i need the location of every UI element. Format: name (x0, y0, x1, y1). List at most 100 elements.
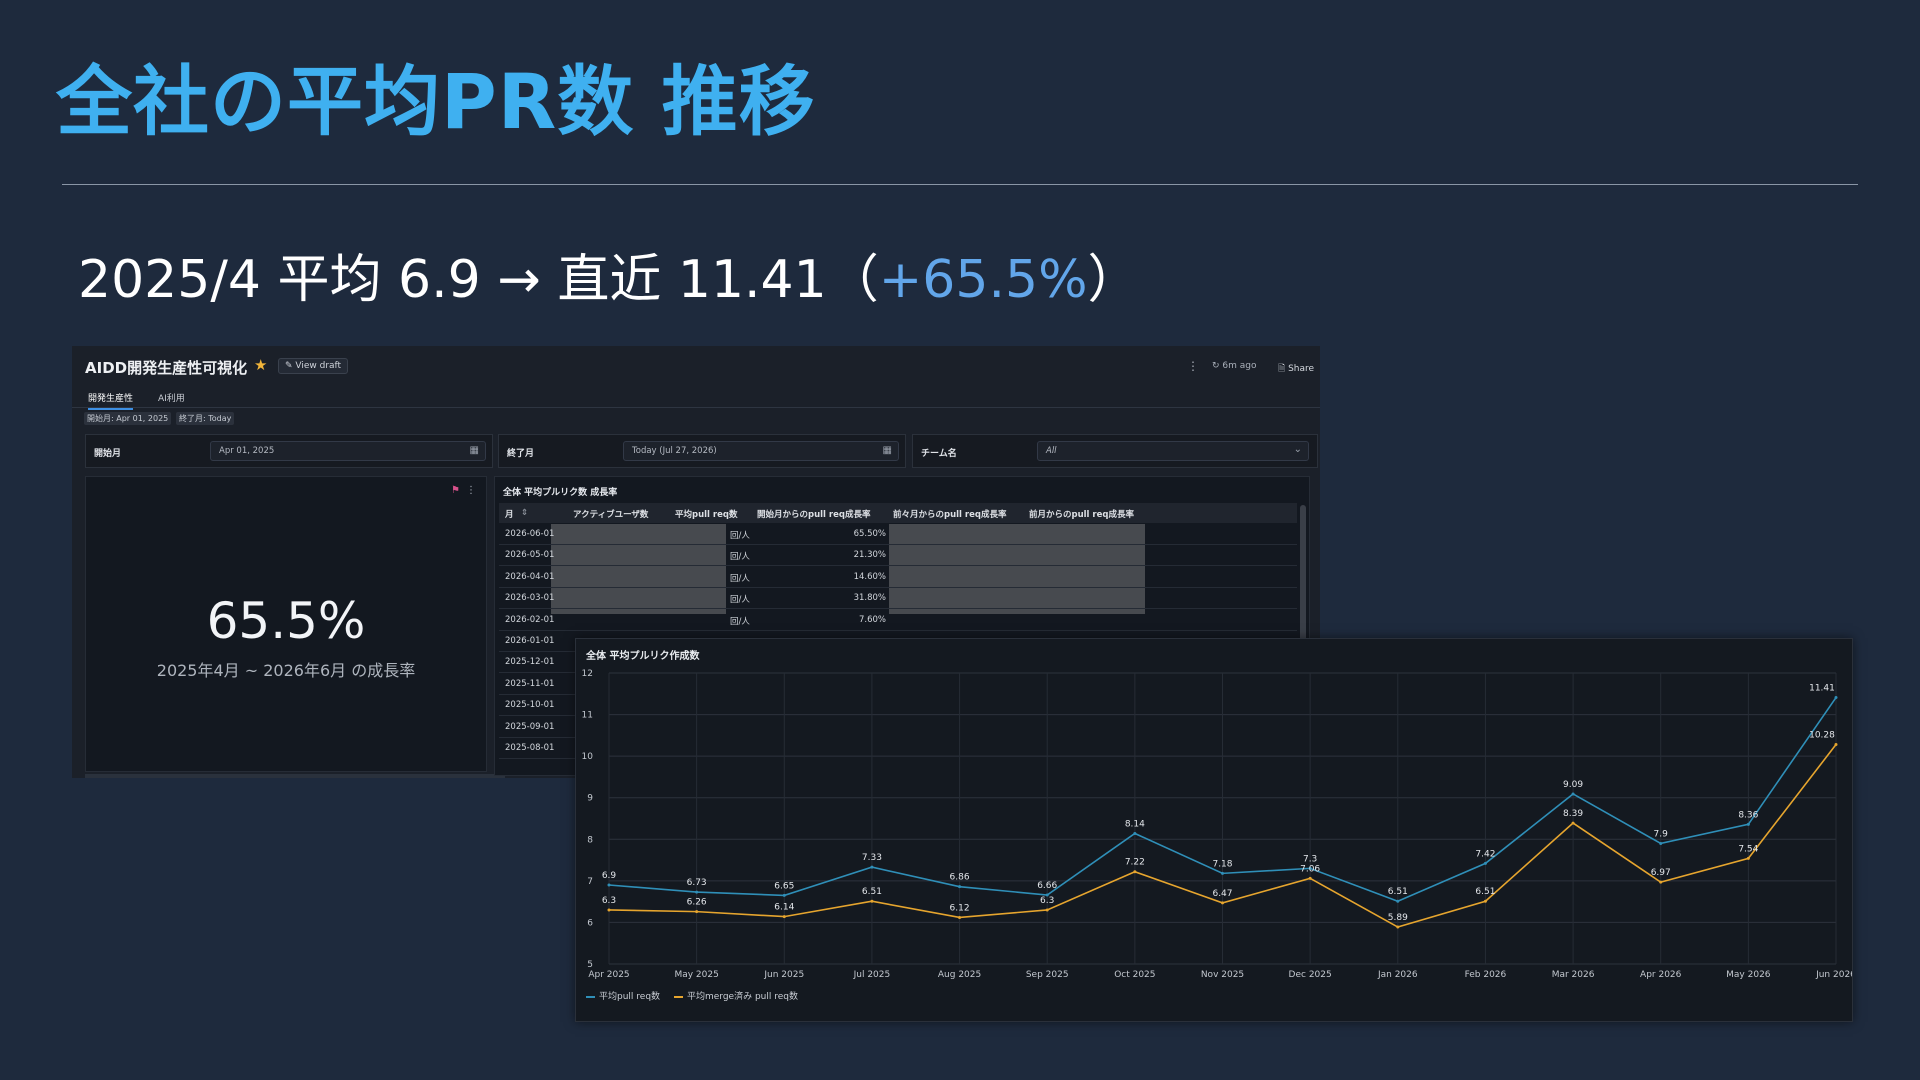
table-row: 2026-02-01 回/人 7.60% (499, 610, 1297, 631)
start-month-value: Apr 01, 2025 (219, 446, 275, 456)
more-options-icon[interactable]: ⋮ (466, 485, 476, 496)
data-label: 6.51 (1388, 887, 1408, 897)
legend-swatch-pull-req (586, 995, 595, 998)
cell-month: 2026-04-01 (505, 571, 555, 582)
team-select-value: All (1046, 446, 1057, 456)
data-point (1133, 831, 1137, 835)
chip-end-month[interactable]: 終了月: Today (176, 412, 235, 425)
data-point (695, 910, 699, 914)
cell-unit: 回/人 (730, 531, 750, 541)
filter-team-label: チーム名 (921, 449, 957, 459)
cell-unit: 回/人 (730, 616, 750, 627)
data-label: 7.06 (1300, 864, 1320, 874)
line-chart-card: 全体 平均プルリク作成数 5 6 7 8 9 10 11 12 Apr 2025 May 2025… (575, 638, 1853, 1022)
y-tick-label: 8 (587, 835, 593, 845)
data-label: 6.47 (1212, 889, 1232, 899)
chevron-down-icon: ⌄ (1293, 444, 1302, 455)
view-draft-button[interactable]: ✎ View draft (278, 358, 349, 374)
data-point (870, 899, 874, 903)
x-tick-label: May 2025 (674, 970, 718, 980)
data-point (870, 865, 874, 869)
kpi-tools: ⚑ ⋮ (451, 485, 476, 496)
col-month[interactable]: 月 (505, 508, 514, 520)
data-point (958, 885, 962, 889)
refresh-button[interactable]: ↻ 6m ago (1212, 361, 1257, 371)
data-label: 8.36 (1738, 810, 1758, 820)
x-tick-label: Mar 2026 (1552, 970, 1595, 980)
next-panel-edge (85, 774, 505, 778)
cell-unit: 回/人 (730, 573, 750, 584)
cell-growth: 65.50% (853, 529, 886, 539)
table-row: 2026-06-01 回/人 65.50% (499, 524, 1297, 545)
data-point (1834, 743, 1838, 747)
data-label: 7.54 (1738, 844, 1758, 854)
legend-item-pull-req[interactable]: 平均pull req数 (586, 989, 660, 1002)
filter-end-month: 終了月 Today (Jul 27, 2026) ▦ (498, 434, 906, 468)
col-growth-two-months[interactable]: 前々月からのpull req成長率 (893, 508, 1006, 520)
sort-icon[interactable]: ⇕ (521, 508, 528, 518)
summary-close: ） (1087, 250, 1140, 310)
star-icon[interactable]: ★ (254, 356, 267, 374)
cell-growth: 7.60% (858, 614, 886, 625)
x-tick-label: Oct 2025 (1114, 970, 1155, 980)
summary-text: 2025/4 平均 6.9 → 直近 11.41（ (78, 250, 879, 310)
cell-growth: 14.60% (853, 571, 886, 582)
x-tick-label: Feb 2026 (1465, 970, 1507, 980)
tab-productivity[interactable]: 開発生産性 (88, 391, 134, 410)
data-label: 6.65 (774, 881, 794, 891)
data-point (1396, 899, 1400, 903)
data-point (1133, 870, 1137, 874)
col-active-users[interactable]: アクティブユーザ数 (573, 508, 648, 520)
more-options-icon[interactable]: ⋮ (1187, 359, 1199, 373)
data-label: 6.3 (602, 896, 616, 906)
col-growth-from-start[interactable]: 開始月からのpull req成長率 (757, 508, 870, 520)
col-growth-prev-month[interactable]: 前月からのpull req成長率 (1029, 508, 1134, 520)
data-point (1571, 792, 1575, 796)
tab-ai-usage[interactable]: AI利用 (158, 391, 185, 408)
data-label: 6.66 (1037, 881, 1057, 891)
kpi-card: ⚑ ⋮ 65.5% 2025年4月 ~ 2026年6月 の成長率 (85, 476, 487, 772)
data-point (1659, 841, 1663, 845)
col-avg-pull-req[interactable]: 平均pull req数 (675, 508, 737, 520)
data-point (1308, 876, 1312, 880)
x-tick-label: Nov 2025 (1201, 970, 1244, 980)
x-tick-label: Aug 2025 (938, 970, 981, 980)
data-label: 6.86 (950, 873, 970, 883)
x-tick-label: Jul 2025 (853, 970, 891, 980)
cell-month: 2026-02-01 (505, 614, 555, 625)
data-point (607, 908, 611, 912)
start-month-input[interactable]: Apr 01, 2025 ▦ (210, 441, 486, 461)
y-tick-label: 6 (587, 918, 593, 928)
chip-start-month[interactable]: 開始月: Apr 01, 2025 (84, 412, 172, 425)
data-label: 6.14 (774, 903, 794, 913)
alert-icon[interactable]: ⚑ (451, 485, 460, 496)
end-month-input[interactable]: Today (Jul 27, 2026) ▦ (623, 441, 899, 461)
cell-unit: 回/人 (730, 552, 750, 563)
cell-growth: 21.30% (853, 550, 886, 561)
data-label: 6.3 (1040, 896, 1054, 906)
y-tick-label: 10 (582, 752, 594, 762)
data-point (1045, 908, 1049, 912)
cell-month: 2025-09-01 (505, 721, 555, 732)
y-tick-label: 5 (587, 960, 593, 970)
table-title: 全体 平均プルリク数 成長率 (503, 488, 618, 498)
summary-line: 2025/4 平均 6.9 → 直近 11.41（+65.5%） (78, 250, 1140, 310)
data-label: 9.09 (1563, 780, 1583, 790)
data-label: 7.3 (1303, 854, 1317, 864)
data-label: 7.22 (1125, 858, 1145, 868)
data-point (1483, 899, 1487, 903)
share-button[interactable]: 🗎 Share (1278, 361, 1314, 377)
x-tick-label: Dec 2025 (1289, 970, 1332, 980)
table-row: 2026-04-01 回/人 14.60% (499, 567, 1297, 588)
data-label: 6.9 (602, 871, 617, 881)
end-month-value: Today (Jul 27, 2026) (632, 446, 717, 456)
cell-month: 2025-08-01 (505, 743, 555, 753)
data-point (958, 915, 962, 919)
data-label: 6.73 (687, 878, 707, 888)
calendar-icon: ▦ (882, 445, 892, 456)
title-divider (62, 184, 1858, 185)
data-point (1659, 880, 1663, 884)
legend-item-merged[interactable]: 平均merge済み pull req数 (674, 989, 798, 1002)
team-select[interactable]: All ⌄ (1037, 441, 1309, 461)
data-point (1483, 861, 1487, 865)
